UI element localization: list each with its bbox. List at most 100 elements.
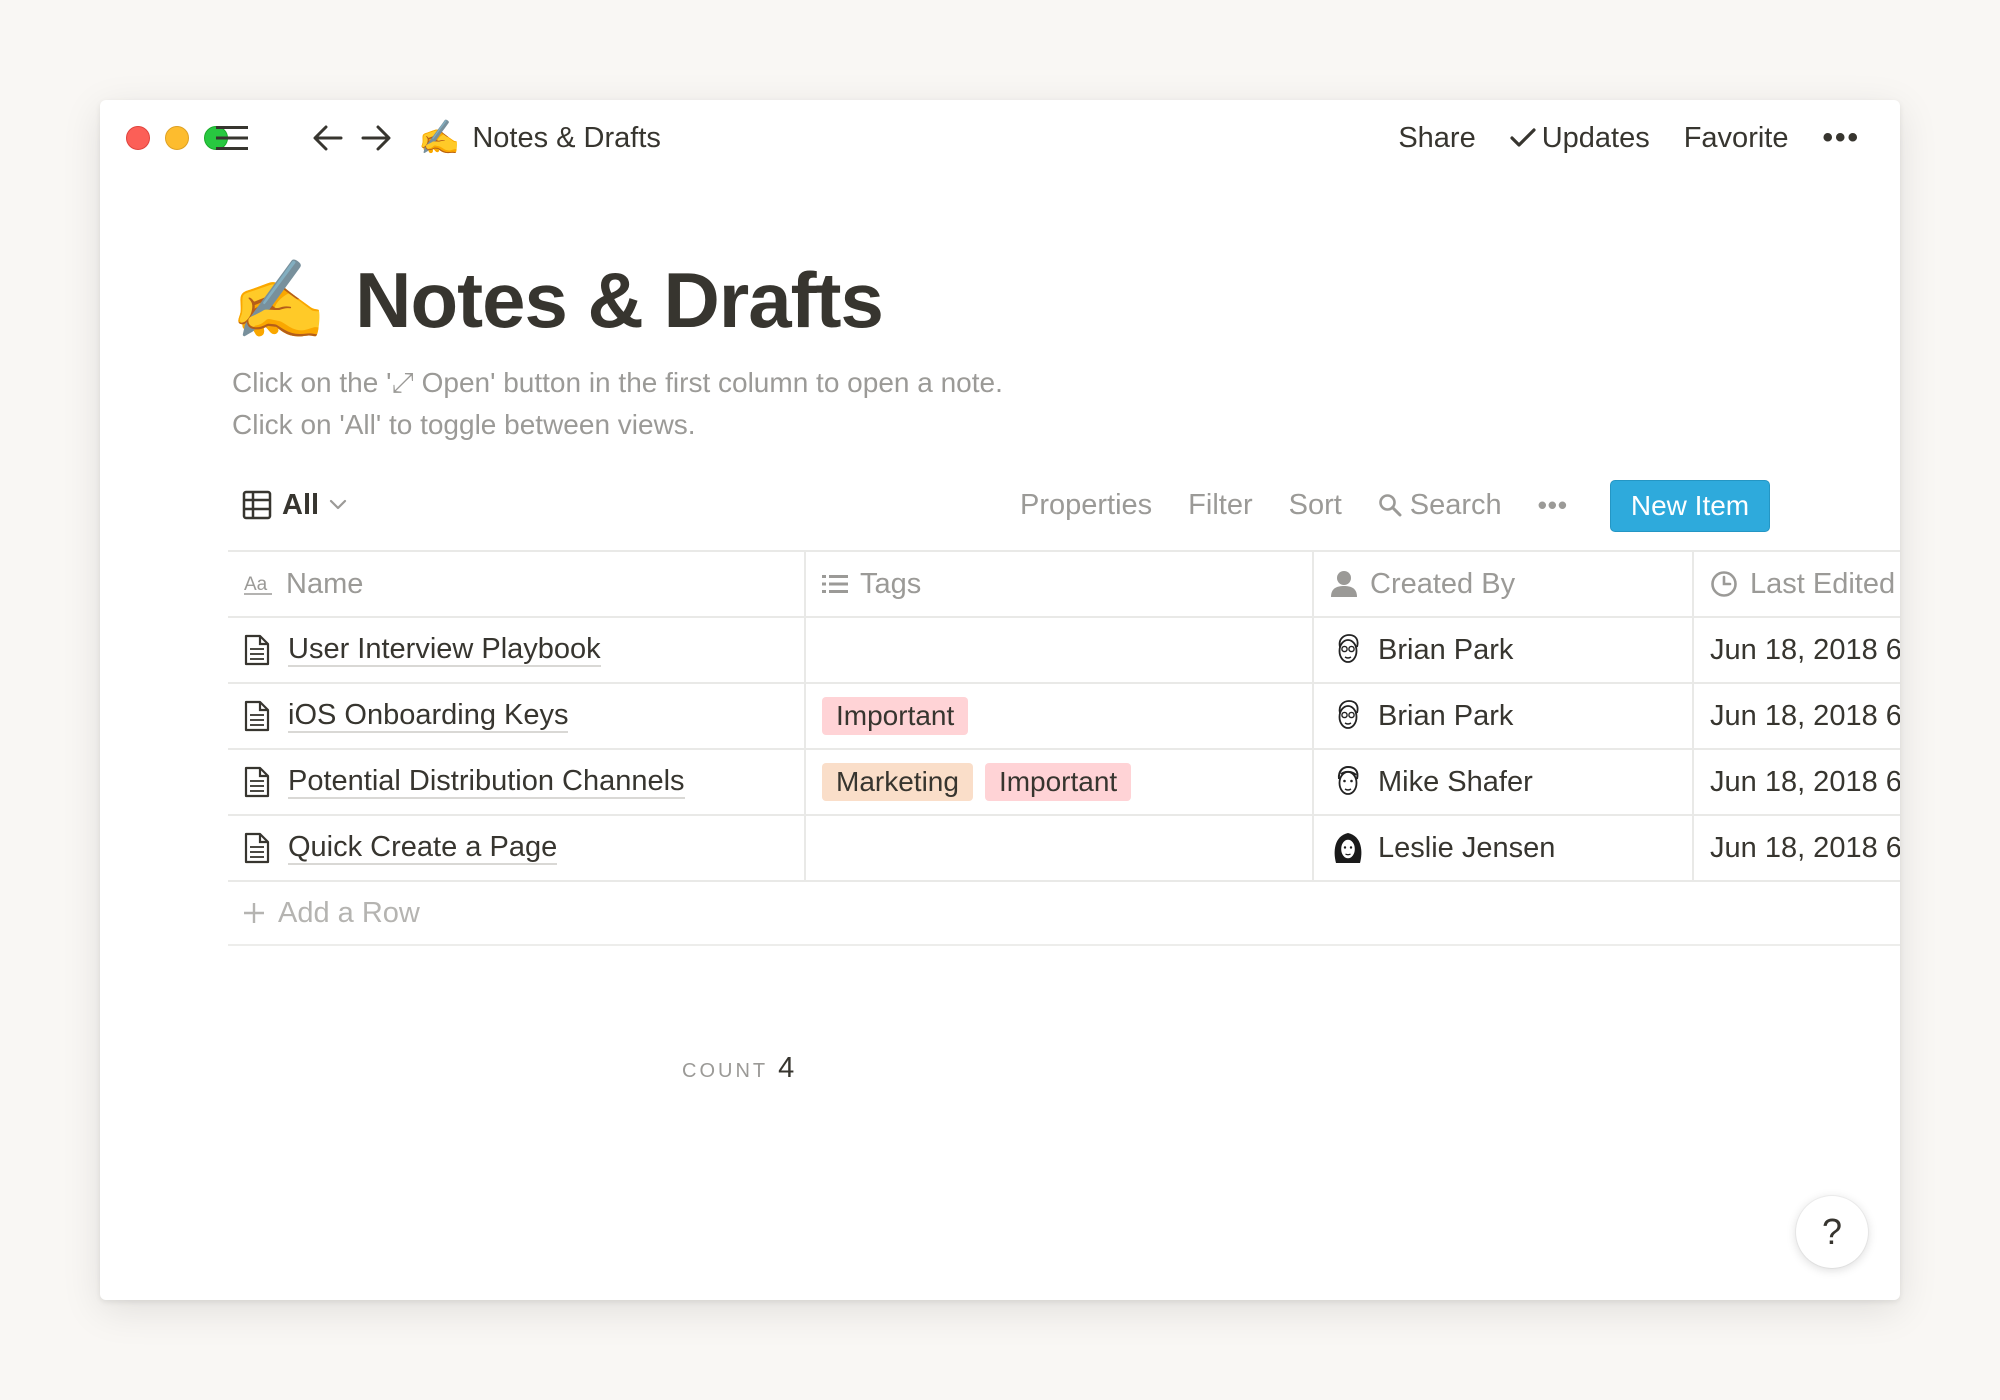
clock-property-icon <box>1711 571 1737 597</box>
tag-important: Important <box>984 763 1132 801</box>
svg-text:Aa: Aa <box>244 574 268 595</box>
created-by-cell[interactable]: Brian Park <box>1314 618 1694 682</box>
person-chip: Brian Park <box>1330 632 1513 668</box>
person-name: Brian Park <box>1378 633 1514 666</box>
text-property-icon: Aa <box>244 574 272 595</box>
list-property-icon <box>822 575 848 593</box>
created-by-cell[interactable]: Mike Shafer <box>1314 750 1694 814</box>
row-name-link[interactable]: iOS Onboarding Keys <box>288 699 569 733</box>
breadcrumb-title: Notes & Drafts <box>472 121 661 154</box>
database-table: Aa Name Tags Created By Last Edited User… <box>228 550 1900 946</box>
row-name-link[interactable]: Quick Create a Page <box>288 831 558 865</box>
column-header-label: Last Edited <box>1750 567 1896 600</box>
updates-button[interactable]: Updates <box>1510 122 1650 155</box>
page-icon <box>244 700 270 732</box>
add-row-button[interactable]: Add a Row <box>228 882 1900 946</box>
table-row[interactable]: Potential Distribution Channels Marketin… <box>228 750 1900 816</box>
writing-hand-icon: ✍️ <box>418 119 461 157</box>
table-row[interactable]: Quick Create a Page Leslie Jensen Jun 18… <box>228 816 1900 882</box>
sort-button[interactable]: Sort <box>1289 489 1342 522</box>
column-header-created-by[interactable]: Created By <box>1314 552 1694 616</box>
tag-marketing: Marketing <box>822 763 973 801</box>
name-cell[interactable]: Quick Create a Page <box>228 816 806 880</box>
share-button[interactable]: Share <box>1398 122 1475 155</box>
filter-button[interactable]: Filter <box>1188 489 1252 522</box>
row-name-link[interactable]: Potential Distribution Channels <box>288 765 685 799</box>
man-glasses-avatar-icon <box>1330 632 1366 668</box>
person-name: Mike Shafer <box>1378 765 1533 798</box>
add-row-label: Add a Row <box>278 896 420 929</box>
tags-cell[interactable] <box>806 816 1314 880</box>
created-by-cell[interactable]: Brian Park <box>1314 684 1694 748</box>
tags-cell[interactable]: Important <box>806 684 1314 748</box>
description-line: Click on the '⤢ Open' button in the firs… <box>232 367 1003 398</box>
last-edited-cell[interactable]: Jun 18, 2018 6 <box>1694 816 1900 880</box>
search-icon <box>1378 494 1402 517</box>
search-button[interactable]: Search <box>1378 489 1502 522</box>
person-name: Leslie Jensen <box>1378 831 1556 864</box>
name-cell[interactable]: iOS Onboarding Keys <box>228 684 806 748</box>
person-chip: Mike Shafer <box>1330 764 1533 800</box>
last-edited-cell[interactable]: Jun 18, 2018 6 <box>1694 684 1900 748</box>
woman-avatar-icon <box>1330 830 1366 866</box>
page-icon <box>244 634 270 666</box>
page-header: ✍️ Notes & Drafts <box>230 240 884 360</box>
column-header-label: Name <box>286 567 364 600</box>
titlebar-actions: Share Updates Favorite ••• <box>1398 118 1860 158</box>
table-row[interactable]: iOS Onboarding Keys Important Brian Park… <box>228 684 1900 750</box>
page-title[interactable]: Notes & Drafts <box>355 255 884 346</box>
back-arrow-icon[interactable] <box>310 120 346 156</box>
last-edited-value: Jun 18, 2018 6 <box>1710 831 1900 864</box>
minimize-window-button[interactable] <box>165 126 189 150</box>
table-view-icon <box>242 490 272 520</box>
page-emoji-icon[interactable]: ✍️ <box>230 261 327 339</box>
last-edited-cell[interactable]: Jun 18, 2018 6 <box>1694 618 1900 682</box>
column-header-label: Tags <box>860 567 922 600</box>
name-cell[interactable]: User Interview Playbook <box>228 618 806 682</box>
person-property-icon <box>1331 571 1357 597</box>
forward-arrow-icon[interactable] <box>358 120 394 156</box>
new-item-button[interactable]: New Item <box>1610 480 1770 532</box>
table-header-row: Aa Name Tags Created By Last Edited <box>228 552 1900 618</box>
plus-icon <box>244 903 264 923</box>
view-label: All <box>282 488 320 521</box>
hamburger-menu-icon[interactable] <box>214 120 250 156</box>
search-label: Search <box>1409 488 1502 521</box>
view-switcher[interactable]: All <box>242 478 347 532</box>
count-summary[interactable]: COUNT 4 <box>682 1052 794 1085</box>
last-edited-cell[interactable]: Jun 18, 2018 6 <box>1694 750 1900 814</box>
tags-cell[interactable]: Marketing Important <box>806 750 1314 814</box>
favorite-button[interactable]: Favorite <box>1684 122 1789 155</box>
count-label: COUNT <box>682 1060 769 1082</box>
column-header-label: Created By <box>1370 567 1516 600</box>
column-header-last-edited[interactable]: Last Edited <box>1694 552 1900 616</box>
breadcrumb[interactable]: ✍️ Notes & Drafts <box>418 118 661 158</box>
page-description: Click on the '⤢ Open' button in the firs… <box>232 362 1003 446</box>
properties-button[interactable]: Properties <box>1020 489 1152 522</box>
person-chip: Brian Park <box>1330 698 1513 734</box>
last-edited-value: Jun 18, 2018 6 <box>1710 699 1900 732</box>
tags-cell[interactable] <box>806 618 1314 682</box>
person-chip: Leslie Jensen <box>1330 830 1555 866</box>
man-avatar-icon <box>1330 764 1366 800</box>
last-edited-value: Jun 18, 2018 6 <box>1710 765 1900 798</box>
window-controls <box>126 126 228 150</box>
more-options-icon[interactable]: ••• <box>1822 121 1860 155</box>
table-row[interactable]: User Interview Playbook Brian Park Jun 1… <box>228 618 1900 684</box>
database-toolbar: All Properties Filter Sort Search ••• Ne… <box>230 478 1898 532</box>
updates-label: Updates <box>1541 121 1650 154</box>
chevron-down-icon <box>329 499 347 510</box>
close-window-button[interactable] <box>126 126 150 150</box>
man-glasses-avatar-icon <box>1330 698 1366 734</box>
page-icon <box>244 832 270 864</box>
column-header-name[interactable]: Aa Name <box>228 552 806 616</box>
created-by-cell[interactable]: Leslie Jensen <box>1314 816 1694 880</box>
more-options-icon[interactable]: ••• <box>1538 490 1568 521</box>
help-button[interactable]: ? <box>1796 1196 1868 1268</box>
tag-important: Important <box>822 697 969 735</box>
column-header-tags[interactable]: Tags <box>806 552 1314 616</box>
row-name-link[interactable]: User Interview Playbook <box>288 633 601 667</box>
name-cell[interactable]: Potential Distribution Channels <box>228 750 806 814</box>
count-value: 4 <box>778 1052 795 1084</box>
page-icon <box>244 766 270 798</box>
